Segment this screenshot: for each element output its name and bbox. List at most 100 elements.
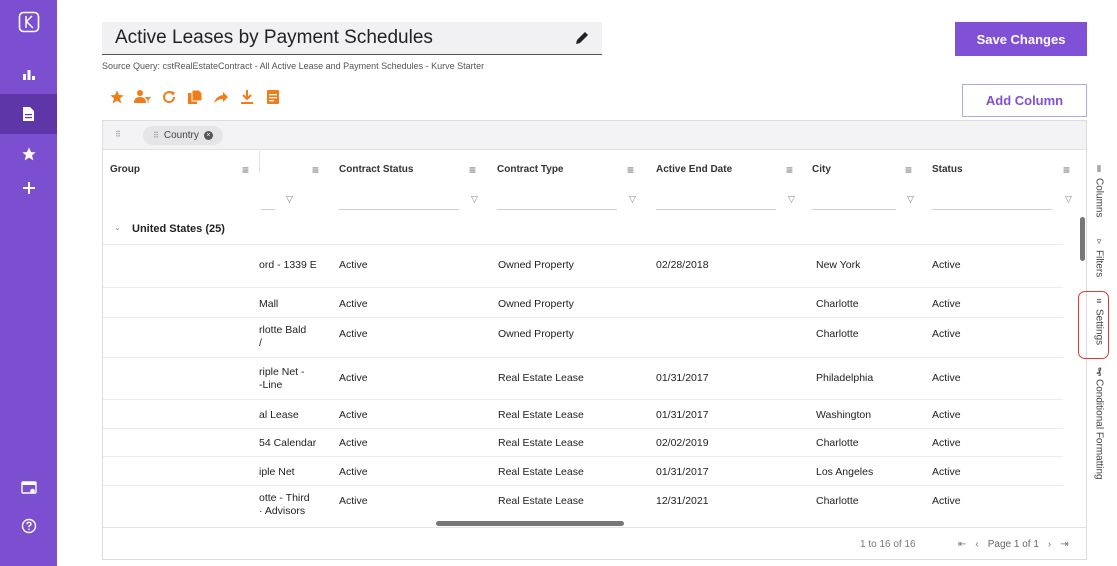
pencil-icon[interactable] [574, 30, 590, 51]
filter-icon[interactable]: ▽ [907, 194, 914, 205]
cell-contract-type: Owned Property [498, 328, 574, 340]
page-title: Active Leases by Payment Schedules [115, 27, 433, 48]
last-page-icon[interactable]: ⇥ [1060, 539, 1068, 550]
filter-row: ▽ ▽ ▽ ▽ ▽ ▽ [103, 181, 1072, 216]
group-chip-country[interactable]: ⠿ Country × [143, 126, 223, 145]
filter-icon[interactable]: ▽ [1065, 194, 1072, 205]
copy-icon[interactable] [186, 88, 204, 106]
first-page-icon[interactable]: ⇤ [958, 539, 966, 550]
column-menu-icon[interactable]: ≡ [905, 163, 912, 177]
cell-status: Active [932, 298, 961, 310]
bar-chart-icon[interactable] [0, 54, 57, 94]
notes-icon[interactable] [264, 88, 282, 106]
cell-status: Active [932, 372, 961, 384]
table-row[interactable]: 54 Calendar Active Real Estate Lease 02/… [103, 428, 1063, 456]
chevron-down-icon[interactable]: ⌄ [114, 223, 121, 232]
table-row[interactable]: iple Net Active Real Estate Lease 01/31/… [103, 456, 1063, 485]
tab-conditional-formatting[interactable]: ₰ Conditional Formatting [1087, 366, 1111, 480]
tab-filters[interactable]: ▿ Filters [1087, 236, 1111, 277]
cell-contract-type: Real Estate Lease [498, 372, 584, 384]
filter-input-city[interactable] [812, 192, 896, 210]
report-toolbar [108, 88, 282, 106]
add-column-button[interactable]: Add Column [962, 84, 1087, 117]
cell-name: al Lease [259, 409, 299, 421]
filter-icon[interactable]: ▽ [788, 194, 795, 205]
download-icon[interactable] [238, 88, 256, 106]
column-menu-icon[interactable]: ≡ [242, 163, 249, 177]
cell-end-date: 02/02/2019 [656, 437, 709, 449]
cell-city: Philadelphia [816, 372, 874, 384]
cell-contract-type: Real Estate Lease [498, 466, 584, 478]
cell-status: Active [932, 409, 961, 421]
refresh-icon[interactable] [160, 88, 178, 106]
filter-icon: ▿ [1096, 236, 1102, 246]
column-separator [259, 151, 260, 173]
cell-status: Active [932, 466, 961, 478]
card-gear-icon[interactable] [0, 468, 57, 508]
share-icon[interactable] [212, 88, 230, 106]
tab-columns[interactable]: ⦀ Columns [1087, 164, 1111, 217]
cell-name: 54 Calendar [259, 437, 317, 449]
column-header-active-end-date[interactable]: Active End Date [656, 164, 732, 175]
table-row[interactable]: ord - 1339 E Active Owned Property 02/28… [103, 244, 1063, 287]
filter-input-contract-status[interactable] [339, 192, 459, 210]
table-row[interactable]: rlotte Bald / Active Owned Property Char… [103, 317, 1063, 357]
column-header-group[interactable]: Group [110, 164, 140, 175]
grid-footer: 1 to 16 of 16 ⇤ ‹ Page 1 of 1 › ⇥ [103, 527, 1086, 559]
tab-label: Filters [1093, 250, 1105, 278]
column-menu-icon[interactable]: ≡ [469, 163, 476, 177]
filter-input-contract-type[interactable] [497, 192, 617, 210]
plus-icon[interactable] [0, 168, 57, 208]
cell-status: Active [932, 328, 961, 340]
table-row[interactable]: Mall Active Owned Property Charlotte Act… [103, 287, 1063, 317]
group-row-united-states[interactable]: ⌄ United States (25) [103, 216, 1063, 244]
cell-name: iple Net [259, 466, 295, 478]
column-menu-icon[interactable]: ≡ [786, 163, 793, 177]
cell-name: riple Net - -Line [259, 366, 305, 391]
favorite-star-icon[interactable] [108, 88, 126, 106]
horizontal-scrollbar[interactable] [436, 521, 624, 526]
filter-icon[interactable]: ▽ [629, 194, 636, 205]
filter-input-name[interactable] [261, 192, 275, 210]
group-row-label: United States (25) [132, 223, 225, 235]
left-nav [0, 0, 57, 566]
source-query-text: Source Query: cstRealEstateContract - Al… [102, 61, 485, 71]
column-header-contract-type[interactable]: Contract Type [497, 164, 564, 175]
column-header-city[interactable]: City [812, 164, 831, 175]
row-group-panel: ⠿ ⠿ Country × [103, 121, 1086, 150]
cell-contract-status: Active [339, 437, 368, 449]
column-menu-icon[interactable]: ≡ [312, 163, 319, 177]
cell-contract-status: Active [339, 409, 368, 421]
filter-icon[interactable]: ▽ [471, 194, 478, 205]
app-window: Active Leases by Payment Schedules Sourc… [0, 0, 1117, 566]
filter-input-end-date[interactable] [656, 192, 776, 210]
report-title-field[interactable]: Active Leases by Payment Schedules [102, 22, 602, 55]
column-header-contract-status[interactable]: Contract Status [339, 164, 413, 175]
next-page-icon[interactable]: › [1048, 539, 1051, 550]
filter-icon[interactable]: ▽ [286, 194, 293, 205]
column-menu-icon[interactable]: ≡ [1063, 163, 1070, 177]
vertical-scrollbar[interactable] [1080, 217, 1085, 261]
remove-chip-icon[interactable]: × [203, 131, 213, 140]
table-row[interactable]: al Lease Active Real Estate Lease 01/31/… [103, 399, 1063, 428]
logo-icon[interactable] [0, 2, 57, 42]
cell-contract-type: Real Estate Lease [498, 409, 584, 421]
prev-page-icon[interactable]: ‹ [975, 539, 978, 550]
cell-contract-type: Owned Property [498, 259, 574, 271]
cell-name: rlotte Bald / [259, 324, 307, 349]
save-changes-button[interactable]: Save Changes [955, 22, 1087, 56]
person-filter-icon[interactable] [134, 88, 152, 106]
column-header-status[interactable]: Status [932, 164, 963, 175]
column-menu-icon[interactable]: ≡ [627, 163, 634, 177]
cell-city: Charlotte [816, 298, 859, 310]
cell-contract-type: Real Estate Lease [498, 495, 584, 507]
document-icon[interactable] [0, 94, 57, 134]
page-indicator: Page 1 of 1 [987, 539, 1039, 550]
table-row[interactable]: riple Net - -Line Active Real Estate Lea… [103, 357, 1063, 399]
cell-city: Charlotte [816, 328, 859, 340]
filter-input-status[interactable] [932, 192, 1052, 210]
cell-name: ord - 1339 E [259, 259, 317, 271]
cell-city: Charlotte [816, 495, 859, 507]
columns-icon: ⦀ [1097, 164, 1101, 174]
help-icon[interactable] [0, 506, 57, 546]
